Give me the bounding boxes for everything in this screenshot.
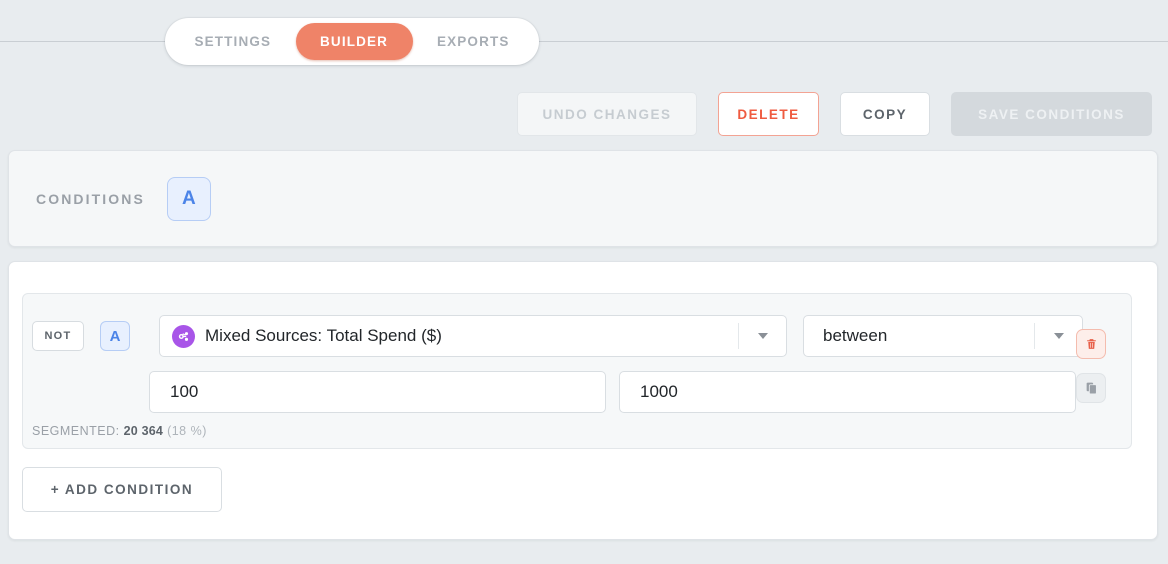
segmented-percent: (18 %) — [167, 424, 207, 438]
not-toggle-button[interactable]: NOT — [32, 321, 84, 351]
value-to-input[interactable] — [619, 371, 1076, 413]
operator-select[interactable]: between — [803, 315, 1083, 357]
chevron-down-icon — [1053, 333, 1064, 339]
segmented-count: 20 364 — [123, 424, 164, 438]
add-condition-button[interactable]: + ADD CONDITION — [22, 467, 222, 512]
field-select-value: Mixed Sources: Total Spend ($) — [205, 326, 442, 345]
undo-changes-button[interactable]: UNDO CHANGES — [517, 92, 697, 136]
field-select-caret[interactable] — [738, 323, 786, 349]
condition-badge-a[interactable]: A — [100, 321, 130, 351]
segmented-label: SEGMENTED: — [32, 424, 120, 438]
duplicate-condition-button[interactable] — [1076, 373, 1106, 403]
delete-button[interactable]: DELETE — [718, 92, 819, 136]
copy-button[interactable]: COPY — [840, 92, 930, 136]
copy-icon — [1086, 382, 1097, 395]
tab-exports[interactable]: EXPORTS — [413, 23, 534, 60]
condition-row-primary: NOT A Mixed Sources: Total Spend ($) bet… — [32, 315, 1083, 357]
operator-select-caret[interactable] — [1034, 323, 1082, 349]
page-title: CONDITIONS — [36, 190, 145, 207]
tab-builder[interactable]: BUILDER — [295, 23, 413, 60]
mixed-sources-icon — [172, 324, 195, 348]
condition-card: NOT A Mixed Sources: Total Spend ($) bet… — [22, 293, 1132, 449]
save-conditions-button[interactable]: SAVE CONDITIONS — [951, 92, 1152, 136]
value-from-input[interactable] — [149, 371, 606, 413]
tab-bar: SETTINGS BUILDER EXPORTS — [0, 0, 1168, 82]
condition-row-values — [149, 371, 1076, 413]
condition-group-badge-a[interactable]: A — [166, 176, 211, 221]
field-select[interactable]: Mixed Sources: Total Spend ($) — [159, 315, 787, 357]
operator-select-value: between — [823, 326, 888, 345]
trash-icon — [1086, 339, 1096, 349]
delete-condition-button[interactable] — [1076, 329, 1106, 359]
action-toolbar: UNDO CHANGES DELETE COPY SAVE CONDITIONS — [0, 92, 1160, 136]
conditions-panel: CONDITIONS A — [8, 150, 1158, 247]
condition-builder-panel: NOT A Mixed Sources: Total Spend ($) bet… — [8, 261, 1158, 540]
chevron-down-icon — [757, 333, 768, 339]
segmented-status: SEGMENTED: 20 364 (18 %) — [32, 424, 207, 438]
tab-pill-group: SETTINGS BUILDER EXPORTS — [165, 18, 539, 65]
tab-settings[interactable]: SETTINGS — [170, 23, 296, 60]
